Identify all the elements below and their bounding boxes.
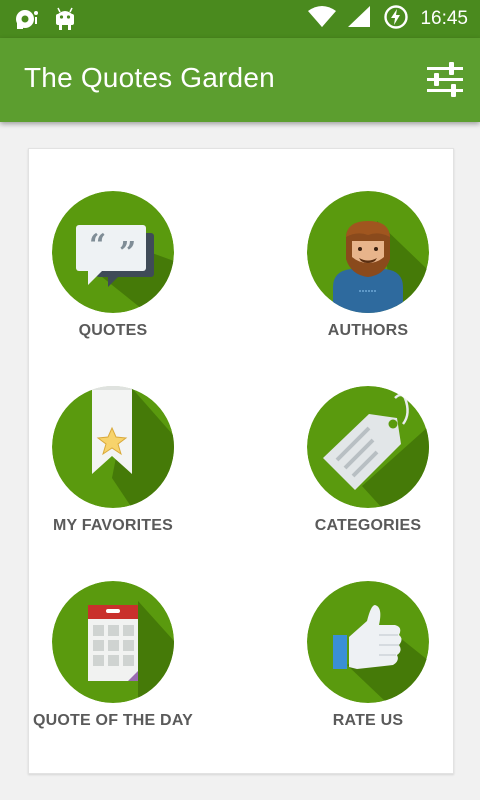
menu-item-categories[interactable]: CATEGORIES <box>268 386 468 566</box>
calendar-icon <box>52 581 174 703</box>
menu-card: “ ” QUOTES AUTHORS MY FAVORITES CATEGORI… <box>28 148 454 774</box>
menu-item-quote-of-the-day[interactable]: QUOTE OF THE DAY <box>13 581 213 761</box>
price-tag-icon <box>307 386 429 508</box>
svg-text:“: “ <box>89 228 106 263</box>
app-bar: The Quotes Garden <box>0 38 480 122</box>
menu-item-label: RATE US <box>332 712 404 729</box>
bookmark-star-icon <box>52 386 174 508</box>
status-notifications <box>14 7 76 36</box>
signal-icon <box>348 5 372 33</box>
android-icon <box>54 7 76 36</box>
battery-charging-icon <box>384 4 409 34</box>
status-bar: 16:45 <box>0 0 480 38</box>
sliders-icon <box>424 62 466 105</box>
menu-item-label: QUOTES <box>78 322 148 339</box>
speech-bubbles-icon: “ ” <box>52 191 174 313</box>
menu-item-label: QUOTE OF THE DAY <box>33 712 193 729</box>
svg-text:”: ” <box>119 236 136 271</box>
menu-item-authors[interactable]: AUTHORS <box>268 191 468 371</box>
menu-item-favorites[interactable]: MY FAVORITES <box>13 386 213 566</box>
sync-ghost-icon <box>14 8 40 35</box>
thumbs-up-icon <box>307 581 429 703</box>
menu-item-label: MY FAVORITES <box>52 517 174 534</box>
status-system: 16:45 <box>308 0 468 38</box>
settings-button[interactable] <box>424 59 466 101</box>
menu-item-rate-us[interactable]: RATE US <box>268 581 468 761</box>
menu-item-label: AUTHORS <box>327 322 409 339</box>
menu-item-label: CATEGORIES <box>314 517 422 534</box>
bearded-man-icon <box>307 191 429 313</box>
menu-item-quotes[interactable]: “ ” QUOTES <box>13 191 213 371</box>
app-title: The Quotes Garden <box>24 62 275 93</box>
wifi-icon <box>308 5 337 33</box>
status-time: 16:45 <box>420 8 468 29</box>
